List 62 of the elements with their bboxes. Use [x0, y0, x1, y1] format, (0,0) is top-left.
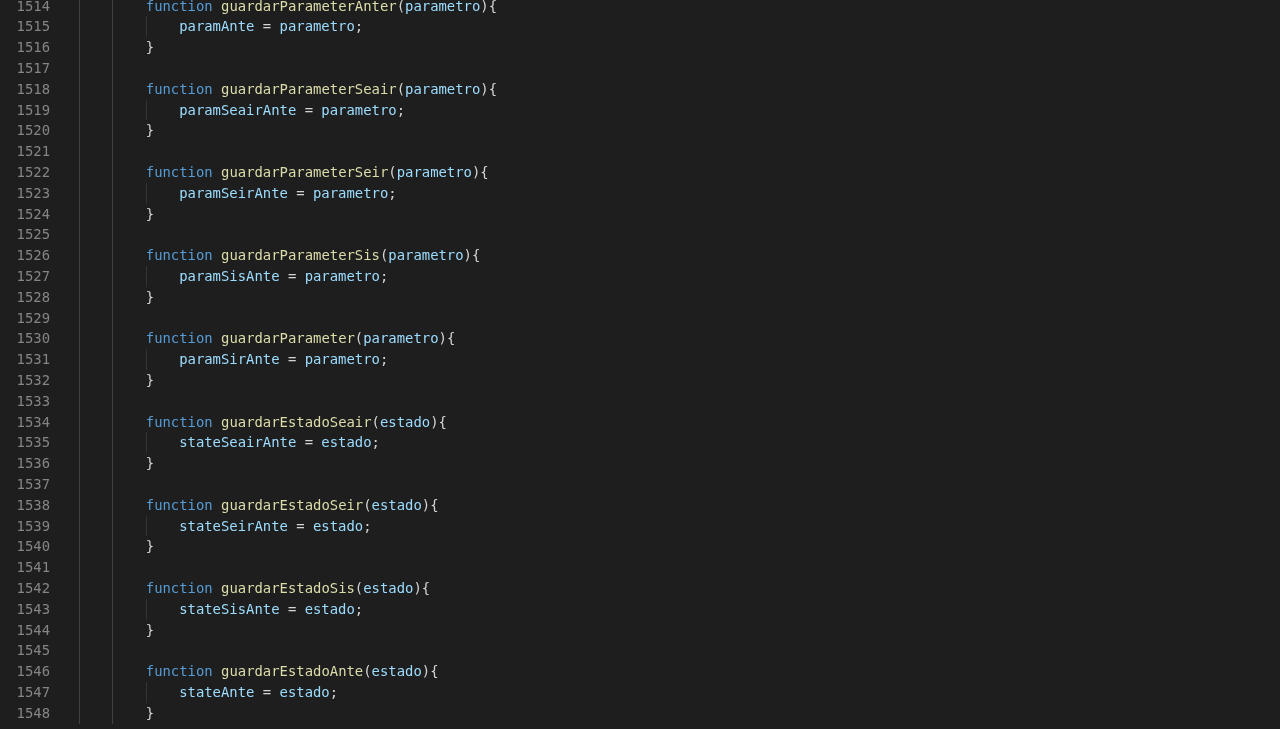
- code-line: function guardarEstadoSeir(estado){: [145, 495, 439, 515]
- code-line: paramSeirAnte = parametro;: [179, 183, 397, 203]
- line-number: 1518: [15, 79, 50, 99]
- line-number: 1547: [15, 682, 50, 702]
- line-number: 1540: [15, 537, 50, 557]
- line-number: 1545: [15, 641, 50, 661]
- line-number: 1526: [15, 246, 50, 266]
- code-line: paramAnte = parametro;: [179, 17, 364, 37]
- code-line: function guardarParameter(parametro){: [145, 329, 456, 349]
- line-number: 1539: [15, 516, 50, 536]
- code-line: function guardarEstadoSeair(estado){: [145, 412, 447, 432]
- line-number: 1530: [15, 329, 50, 349]
- line-number: 1529: [15, 308, 50, 328]
- code-line: }: [145, 620, 155, 640]
- code-line: function guardarParameterSeir(parametro){: [145, 163, 489, 182]
- line-number: 1523: [15, 183, 50, 203]
- line-number: 1525: [15, 225, 50, 245]
- line-number: 1515: [15, 17, 50, 37]
- line-number: 1543: [15, 599, 50, 619]
- line-number: 1546: [15, 662, 50, 682]
- code-line: function guardarParameterAnter(parametro){: [145, 0, 498, 16]
- code-line: stateAnte = estado;: [179, 682, 339, 702]
- line-number: 1527: [15, 266, 50, 286]
- line-number: 1534: [15, 412, 50, 432]
- line-number: 1542: [15, 578, 50, 598]
- line-number: 1521: [15, 142, 50, 162]
- code-line: }: [145, 537, 155, 557]
- code-line: function guardarEstadoSis(estado){: [145, 578, 431, 598]
- line-number: 1517: [15, 59, 50, 78]
- code-line: function guardarParameterSeair(parametro){: [145, 79, 498, 99]
- code-line: paramSirAnte = parametro;: [179, 350, 389, 370]
- code-line: paramSeairAnte = parametro;: [179, 100, 405, 120]
- line-number: 1514: [15, 0, 50, 16]
- code-line: paramSisAnte = parametro;: [179, 266, 389, 286]
- line-number: 1516: [15, 38, 50, 58]
- code-line: }: [145, 287, 155, 307]
- code-line: stateSeairAnte = estado;: [179, 433, 380, 453]
- line-number: 1519: [15, 100, 50, 120]
- line-number: 1528: [15, 287, 50, 307]
- code-line: stateSisAnte = estado;: [179, 599, 364, 619]
- code-line: }: [145, 121, 155, 141]
- line-number: 1537: [15, 474, 50, 494]
- code-line: function guardarParameterSis(parametro){: [145, 246, 481, 266]
- code-line: function guardarEstadoAnte(estado){: [145, 662, 439, 682]
- line-number: 1544: [15, 620, 50, 640]
- line-number: 1538: [15, 495, 50, 515]
- code-line: }: [145, 204, 155, 224]
- line-number: 1541: [15, 558, 50, 578]
- code-line: }: [145, 454, 155, 474]
- line-number: 1520: [15, 121, 50, 141]
- code-line: }: [145, 370, 155, 390]
- line-number: 1522: [15, 163, 50, 182]
- line-number: 1548: [15, 703, 50, 723]
- line-number: 1532: [15, 370, 50, 390]
- line-number: 1533: [15, 391, 50, 411]
- code-line: }: [145, 38, 155, 58]
- code-line: }: [145, 703, 155, 723]
- line-number: 1524: [15, 204, 50, 224]
- line-number: 1536: [15, 454, 50, 474]
- line-number: 1535: [15, 433, 50, 453]
- code-line: stateSeirAnte = estado;: [179, 516, 372, 536]
- line-number: 1531: [15, 350, 50, 370]
